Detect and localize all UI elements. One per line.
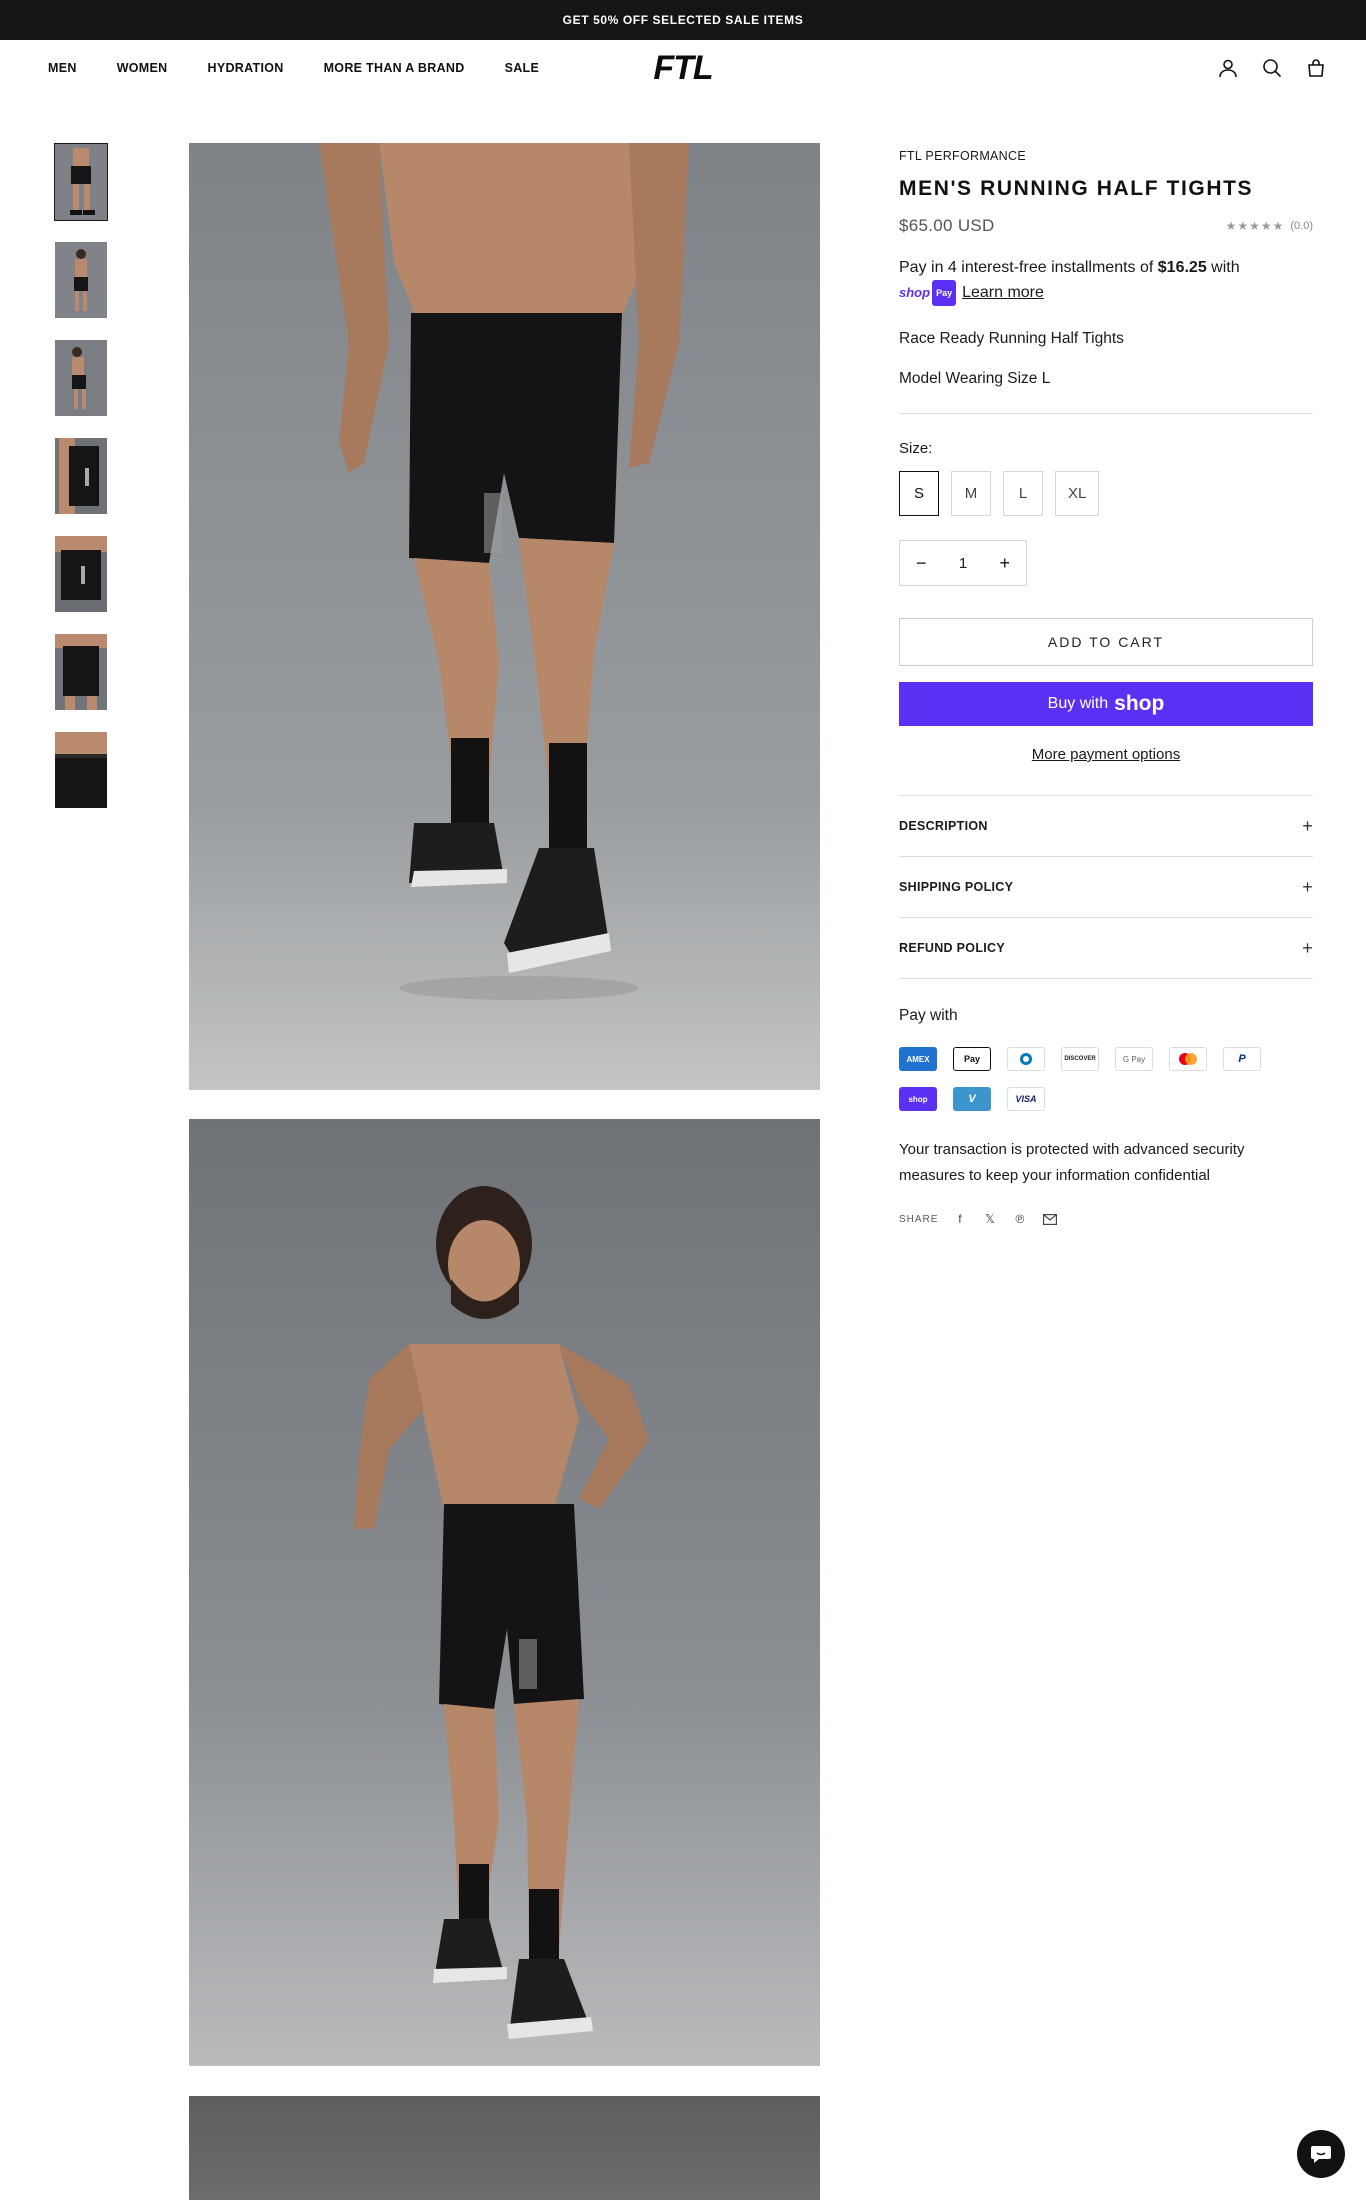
size-label: Size: xyxy=(899,440,933,457)
paypal-icon: P xyxy=(1223,1047,1261,1071)
facebook-icon[interactable]: f xyxy=(952,1211,968,1227)
add-to-cart-button[interactable]: ADD TO CART xyxy=(899,618,1313,666)
accordion-shipping-label: SHIPPING POLICY xyxy=(899,880,1014,894)
installments-prefix: Pay in 4 interest-free installments of xyxy=(899,259,1158,276)
apple-pay-icon: Pay xyxy=(953,1047,991,1071)
thumbnail-4[interactable] xyxy=(54,437,108,515)
nav-item-women[interactable]: WOMEN xyxy=(117,61,168,75)
pinterest-icon[interactable]: ℗ xyxy=(1012,1211,1028,1227)
x-twitter-icon[interactable]: 𝕏 xyxy=(982,1211,998,1227)
shop-pay-icon: shop xyxy=(899,1087,937,1111)
chat-icon xyxy=(1311,2146,1331,2163)
share-label: SHARE xyxy=(899,1213,939,1225)
installment-amount: $16.25 xyxy=(1157,259,1207,276)
amex-icon: AMEX xyxy=(899,1047,937,1071)
product-rating[interactable]: ★★★★★ (0.0) xyxy=(1226,219,1313,233)
accordion-shipping-policy[interactable]: SHIPPING POLICY + xyxy=(899,857,1313,918)
decrease-quantity-button[interactable]: − xyxy=(916,553,927,574)
search-icon[interactable] xyxy=(1260,56,1284,80)
size-option-xl[interactable]: XL xyxy=(1055,471,1100,516)
quantity-stepper: − 1 + xyxy=(899,540,1027,586)
shop-pay-word: shop xyxy=(899,285,931,300)
venmo-icon: V xyxy=(953,1087,991,1111)
thumbnail-3[interactable] xyxy=(54,339,108,417)
installments-message: Pay in 4 interest-free installments of $… xyxy=(899,256,1313,306)
site-header: MEN WOMEN HYDRATION MORE THAN A BRAND SA… xyxy=(0,40,1366,96)
product-vendor[interactable]: FTL PERFORMANCE xyxy=(899,149,1313,163)
accordion-description[interactable]: DESCRIPTION + xyxy=(899,796,1313,857)
product-price: $65.00 USD xyxy=(899,216,995,235)
mastercard-icon xyxy=(1169,1047,1207,1071)
diners-club-icon xyxy=(1007,1047,1045,1071)
product-accordions: DESCRIPTION + SHIPPING POLICY + REFUND P… xyxy=(899,795,1313,979)
size-option-m[interactable]: M xyxy=(951,471,991,516)
accordion-refund-policy[interactable]: REFUND POLICY + xyxy=(899,918,1313,979)
size-selector: S M L XL xyxy=(899,471,1313,516)
product-title: MEN'S RUNNING HALF TIGHTS xyxy=(899,177,1254,200)
chat-widget-button[interactable] xyxy=(1297,2130,1345,2178)
size-option-s[interactable]: S xyxy=(899,471,939,516)
share-row: SHARE f 𝕏 ℗ xyxy=(899,1211,1313,1227)
announcement-bar: GET 50% OFF SELECTED SALE ITEMS xyxy=(0,0,1366,40)
product-image-2[interactable] xyxy=(189,1119,820,2066)
nav-item-men[interactable]: MEN xyxy=(48,61,77,75)
shop-pay-badge: Pay xyxy=(932,280,957,306)
thumbnail-6[interactable] xyxy=(54,633,108,711)
account-icon[interactable] xyxy=(1216,56,1240,80)
model-size-note: Model Wearing Size L xyxy=(899,370,1051,387)
discover-icon: DISCOVER xyxy=(1061,1047,1099,1071)
increase-quantity-button[interactable]: + xyxy=(999,553,1010,574)
more-payment-options-link[interactable]: More payment options xyxy=(899,746,1313,763)
thumbnail-7[interactable] xyxy=(54,731,108,809)
nav-item-more-than-a-brand[interactable]: MORE THAN A BRAND xyxy=(324,61,465,75)
announcement-text: GET 50% OFF SELECTED SALE ITEMS xyxy=(562,13,804,27)
plus-icon: + xyxy=(1302,876,1313,897)
email-icon[interactable] xyxy=(1042,1211,1058,1227)
product-info: FTL PERFORMANCE MEN'S RUNNING HALF TIGHT… xyxy=(899,143,1313,1227)
google-pay-icon: G Pay xyxy=(1115,1047,1153,1071)
visa-icon: VISA xyxy=(1007,1087,1045,1111)
header-actions xyxy=(1216,56,1328,80)
rating-stars-icon: ★★★★★ xyxy=(1225,219,1285,233)
payment-icons: AMEX Pay DISCOVER G Pay P shop V VISA xyxy=(899,1047,1269,1111)
main-nav: MEN WOMEN HYDRATION MORE THAN A BRAND SA… xyxy=(48,61,539,75)
cart-icon[interactable] xyxy=(1304,56,1328,80)
thumbnail-gallery xyxy=(54,143,110,829)
accordion-description-label: DESCRIPTION xyxy=(899,819,988,833)
quantity-value[interactable]: 1 xyxy=(959,555,967,572)
installments-suffix: with xyxy=(1206,259,1240,276)
short-description: Race Ready Running Half Tights xyxy=(899,330,1124,347)
shop-pay-logo: shop Pay xyxy=(899,280,957,306)
security-note: Your transaction is protected with advan… xyxy=(899,1141,1245,1184)
nav-item-hydration[interactable]: HYDRATION xyxy=(208,61,284,75)
nav-item-sale[interactable]: SALE xyxy=(505,61,540,75)
learn-more-link[interactable]: Learn more xyxy=(962,284,1044,301)
rating-count: (0.0) xyxy=(1290,220,1313,232)
pay-with-label: Pay with xyxy=(899,1007,958,1024)
shop-logo: shop xyxy=(1114,692,1165,715)
plus-icon: + xyxy=(1302,815,1313,836)
thumbnail-5[interactable] xyxy=(54,535,108,613)
product-image-3[interactable] xyxy=(189,2096,820,2200)
price-row: $65.00 USD ★★★★★ (0.0) xyxy=(899,216,1313,236)
buy-with-shop-button[interactable]: Buy with shop xyxy=(899,682,1313,726)
size-option-l[interactable]: L xyxy=(1003,471,1043,516)
brand-logo[interactable]: FTL xyxy=(653,49,713,88)
buy-with-label: Buy with xyxy=(1047,695,1109,712)
thumbnail-2[interactable] xyxy=(54,241,108,319)
thumbnail-1[interactable] xyxy=(54,143,108,221)
plus-icon: + xyxy=(1302,937,1313,958)
divider xyxy=(899,413,1313,414)
accordion-refund-label: REFUND POLICY xyxy=(899,941,1005,955)
product-image-1[interactable] xyxy=(189,143,820,1090)
